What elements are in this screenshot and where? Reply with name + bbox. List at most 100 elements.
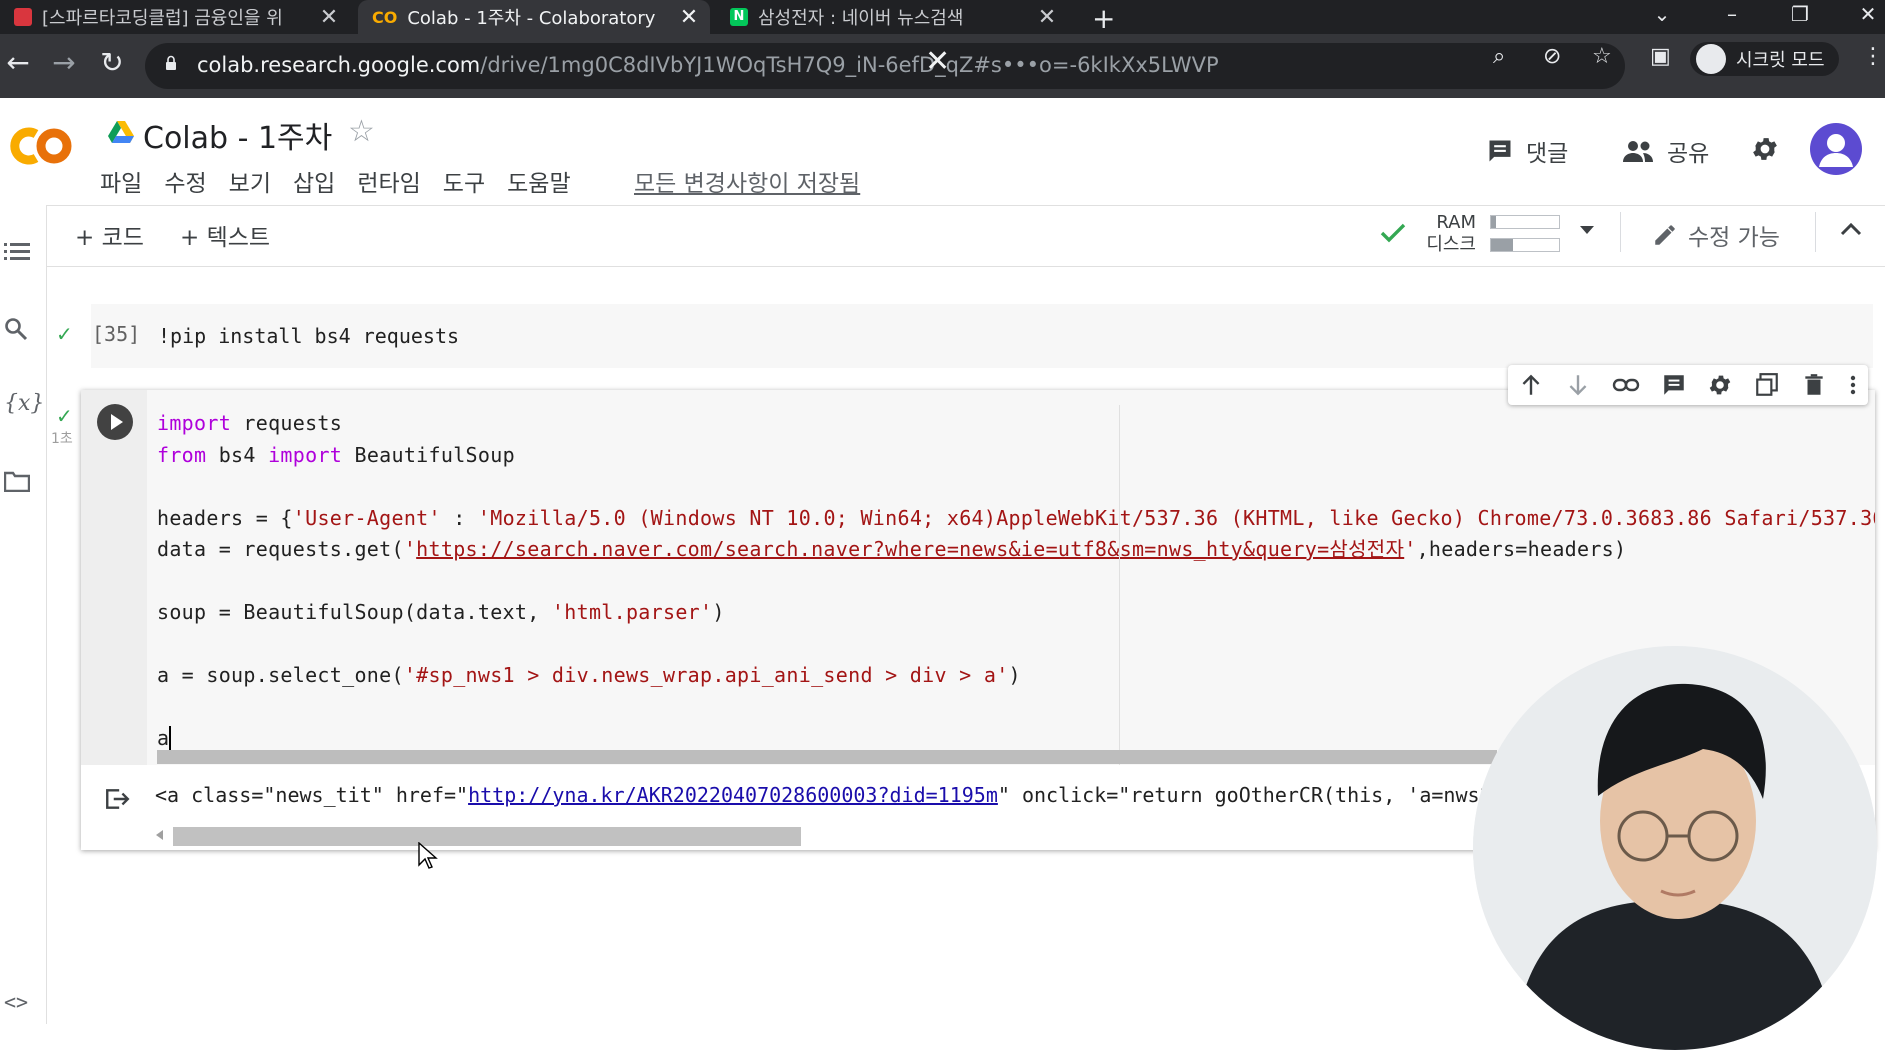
menu-bar: 파일 수정 보기 삽입 런타임 도구 도움말 <box>100 164 593 198</box>
zoom-icon[interactable]: ⌕ <box>1493 44 1505 69</box>
reload-icon[interactable]: ↻ <box>94 46 130 79</box>
output-link[interactable]: http://yna.kr/AKR20220407028600003?did=1… <box>468 783 998 807</box>
editable-label: 수정 가능 <box>1688 225 1780 251</box>
execution-time: 1초 <box>51 431 73 447</box>
cell-code-text[interactable]: !pip install bs4 requests <box>158 324 459 348</box>
side-panel-icon[interactable]: ▣ <box>1650 44 1671 69</box>
restore-icon[interactable]: ❐ <box>1780 0 1820 28</box>
sparta-favicon-icon <box>14 8 32 26</box>
add-code-button[interactable]: + 코드 <box>75 218 144 252</box>
left-side-rail: {x} <box>0 205 47 1024</box>
new-tab-plus-icon[interactable]: + <box>1092 2 1115 35</box>
comment-icon[interactable] <box>1661 372 1687 398</box>
menu-edit[interactable]: 수정 <box>164 164 206 198</box>
link-icon[interactable] <box>1612 372 1640 398</box>
naver-favicon-icon: N <box>730 8 748 26</box>
collapse-chevron-up-icon[interactable] <box>1840 222 1862 236</box>
editing-mode-button[interactable]: 수정 가능 <box>1652 218 1780 252</box>
ram-meter-fill <box>1491 216 1497 228</box>
table-of-contents-icon[interactable] <box>4 241 30 263</box>
menu-runtime[interactable]: 런타임 <box>357 164 420 198</box>
share-label: 공유 <box>1667 141 1710 167</box>
tab-sparta[interactable]: [스파르타코딩클럽] 금융인을 위 ✕ <box>0 0 350 34</box>
user-avatar-icon <box>1819 134 1853 167</box>
menu-tools[interactable]: 도구 <box>443 164 485 198</box>
url-text: colab.research.google.com/drive/1mg0C8dI… <box>197 53 1219 77</box>
save-status[interactable]: 모든 변경사항이 저장됨 <box>634 164 860 198</box>
ram-meter <box>1490 215 1560 229</box>
tab-title: Colab - 1주차 - Colaboratory <box>407 8 656 29</box>
menu-view[interactable]: 보기 <box>229 164 271 198</box>
account-avatar[interactable] <box>1810 123 1862 175</box>
menu-insert[interactable]: 삽입 <box>293 164 335 198</box>
tab-search-chevron-icon[interactable]: ⌄ <box>1642 0 1682 28</box>
window-close-icon[interactable]: ✕ <box>1848 0 1885 28</box>
close-icon[interactable]: ✕ <box>316 5 342 30</box>
close-icon[interactable]: ✕ <box>1034 5 1060 30</box>
address-bar[interactable]: colab.research.google.com/drive/1mg0C8dI… <box>145 43 1625 89</box>
presenter-video-image <box>1473 646 1877 1050</box>
move-up-arrow-icon[interactable] <box>1518 372 1544 398</box>
menu-help[interactable]: 도움말 <box>507 164 570 198</box>
forward-arrow-icon[interactable]: → <box>46 46 82 79</box>
cell-output: <a class="news_tit" href="http://yna.kr/… <box>155 783 1492 807</box>
runtime-dropdown-icon[interactable] <box>1580 226 1594 236</box>
share-button[interactable]: 공유 <box>1621 134 1709 168</box>
code-horizontal-scrollbar[interactable] <box>157 750 1497 764</box>
minimize-icon[interactable]: – <box>1712 0 1752 28</box>
executed-check-icon: ✓ <box>56 404 73 428</box>
disk-meter <box>1490 238 1560 252</box>
divider <box>1815 212 1816 252</box>
browser-toolbar: ← → ↻ colab.research.google.com/drive/1m… <box>0 34 1885 98</box>
code-snippets-icon[interactable]: <> <box>4 990 28 1014</box>
close-icon[interactable]: ✕ <box>676 5 702 30</box>
resource-labels[interactable]: RAM 디스크 <box>1418 212 1476 256</box>
google-drive-icon[interactable] <box>108 120 134 144</box>
comment-label: 댓글 <box>1526 141 1569 167</box>
connected-check-icon[interactable] <box>1380 222 1406 244</box>
disk-meter-fill <box>1491 239 1513 251</box>
more-vert-icon[interactable] <box>1848 372 1858 398</box>
text-caret: ​ <box>169 726 172 750</box>
add-text-button[interactable]: + 텍스트 <box>180 218 270 252</box>
scroll-left-arrow-icon[interactable] <box>156 830 163 840</box>
comment-icon <box>1489 140 1511 162</box>
tracking-blocked-eye-icon[interactable]: ⊘ <box>1543 44 1561 69</box>
move-down-arrow-icon[interactable] <box>1565 372 1591 398</box>
bookmark-star-icon[interactable]: ☆ <box>1592 44 1612 69</box>
execution-count: [35] <box>92 322 141 346</box>
code-url-link[interactable]: https://search.naver.com/search.naver?wh… <box>416 537 1404 561</box>
incognito-icon <box>1696 44 1726 74</box>
line-length-ruler <box>1119 405 1120 765</box>
folder-icon[interactable] <box>4 470 30 492</box>
incognito-badge[interactable]: 시크릿 모드 <box>1690 42 1839 76</box>
tab-naver[interactable]: N 삼성전자 : 네이버 뉴스검색 ✕ <box>716 0 1068 34</box>
run-cell-button[interactable] <box>97 404 133 440</box>
colab-logo-icon[interactable] <box>6 124 76 168</box>
back-arrow-icon[interactable]: ← <box>0 46 36 79</box>
people-icon <box>1623 141 1653 162</box>
output-scroll-thumb[interactable] <box>173 827 801 846</box>
menu-file[interactable]: 파일 <box>100 164 142 198</box>
tab-title: [스파르타코딩클럽] 금융인을 위 <box>42 8 283 29</box>
disk-label: 디스크 <box>1426 234 1476 255</box>
mirror-cell-icon[interactable] <box>1754 372 1780 398</box>
tab-colab[interactable]: CO Colab - 1주차 - Colaboratory ✕ <box>358 0 710 34</box>
output-action-icon[interactable] <box>104 786 130 812</box>
cell-gutter <box>81 390 147 765</box>
variables-icon[interactable]: {x} <box>4 391 44 416</box>
executed-check-icon: ✓ <box>56 322 73 346</box>
browser-tab-strip: [스파르타코딩클럽] 금융인을 위 ✕ CO Colab - 1주차 - Col… <box>0 0 1885 35</box>
notebook-title[interactable]: Colab - 1주차 <box>143 113 332 157</box>
settings-gear-icon[interactable] <box>1750 134 1780 164</box>
incognito-label: 시크릿 모드 <box>1736 50 1825 71</box>
comment-button[interactable]: 댓글 <box>1486 134 1568 168</box>
mouse-cursor-icon <box>418 842 438 869</box>
trash-icon[interactable] <box>1801 372 1827 398</box>
cell-settings-gear-icon[interactable] <box>1707 372 1733 398</box>
star-icon[interactable]: ☆ <box>348 114 375 149</box>
search-icon[interactable] <box>4 317 28 341</box>
clear-url-x-icon[interactable]: ✕ <box>925 44 950 79</box>
browser-menu-icon[interactable]: ⋮ <box>1862 44 1884 69</box>
lock-icon <box>166 55 176 70</box>
